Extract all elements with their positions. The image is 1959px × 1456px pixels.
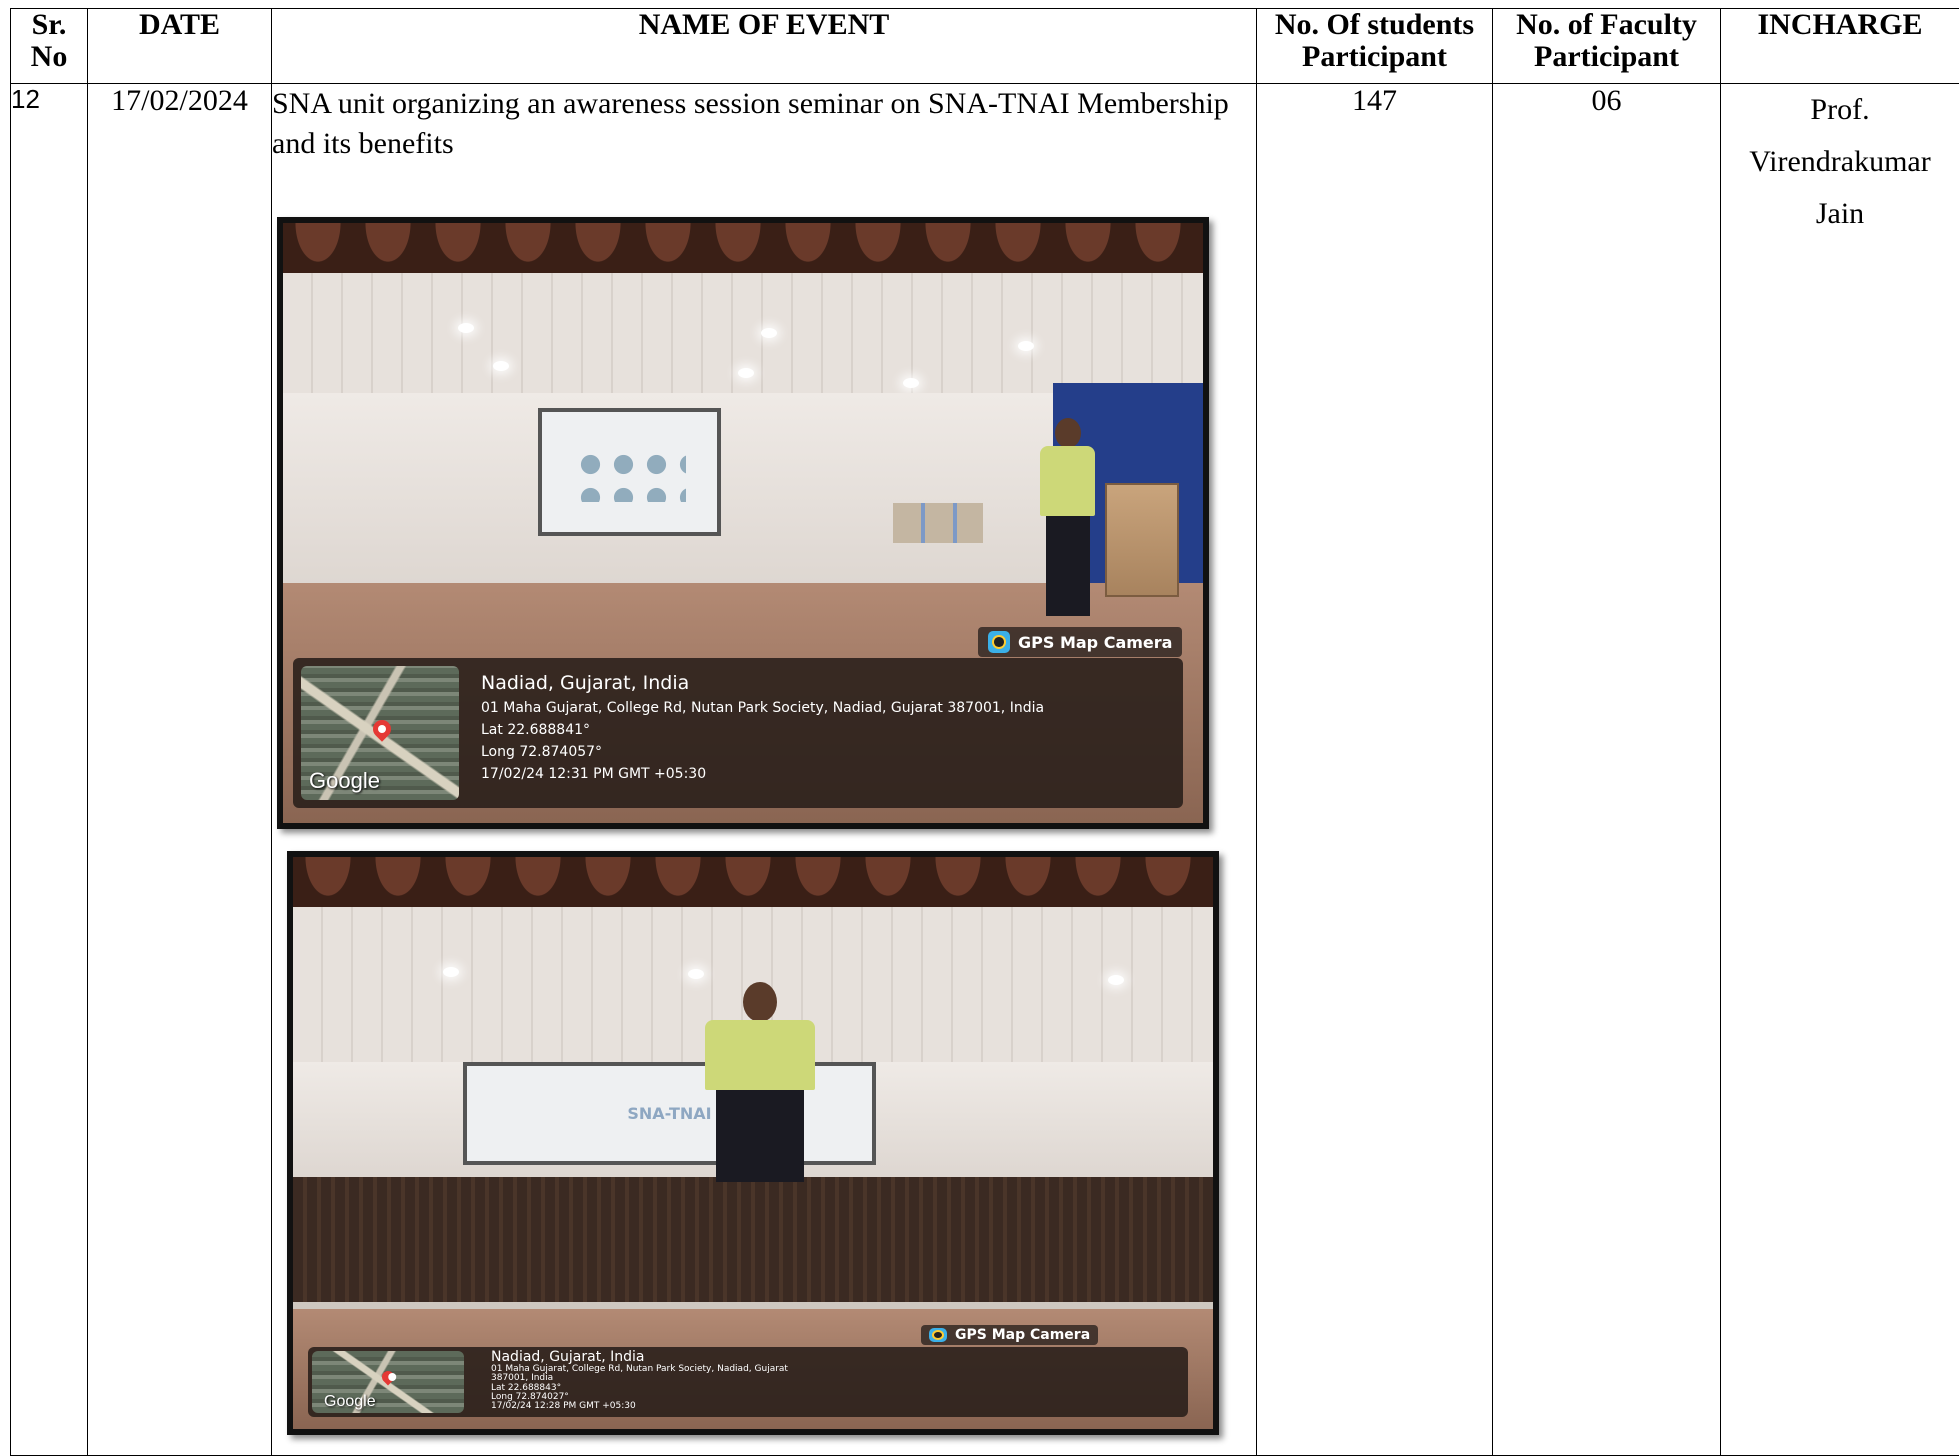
incharge-line-2: Virendrakumar [1721, 136, 1959, 188]
ceiling-light [458, 323, 474, 333]
gps-long: Long 72.874057° [481, 744, 1044, 760]
google-logo: Google [324, 1393, 376, 1411]
gps-address: 01 Maha Gujarat, College Rd, Nutan Park … [481, 700, 1044, 716]
projection-screen [538, 408, 721, 536]
map-pin-icon [380, 1369, 397, 1386]
stage-front [293, 1177, 1213, 1302]
boxes [893, 503, 983, 543]
cell-students: 147 [1257, 84, 1493, 1456]
incharge-line-3: Jain [1721, 188, 1959, 240]
header-incharge: INCHARGE [1721, 9, 1959, 84]
map-thumbnail: Google [312, 1351, 464, 1413]
gps-info-panel: Google Nadiad, Gujarat, India 01 Maha Gu… [308, 1347, 1188, 1417]
ceiling-light [738, 368, 754, 378]
ceiling-light [903, 378, 919, 388]
cell-faculty: 06 [1493, 84, 1721, 1456]
gps-place: Nadiad, Gujarat, India [481, 672, 1044, 694]
header-event-name: NAME OF EVENT [272, 9, 1257, 84]
ceiling-light [688, 969, 704, 979]
incharge-line-1: Prof. [1721, 84, 1959, 136]
gps-text-block: Nadiad, Gujarat, India 01 Maha Gujarat, … [491, 1350, 788, 1412]
header-students: No. Of students Participant [1257, 9, 1493, 84]
ceiling-light [493, 361, 509, 371]
header-row: Sr. No DATE NAME OF EVENT No. Of student… [11, 9, 1959, 84]
ceiling-light [443, 967, 459, 977]
google-logo: Google [309, 768, 380, 794]
map-pin-icon [369, 716, 394, 741]
curtain [283, 223, 1203, 273]
speaker [705, 982, 815, 1182]
gps-info-panel: Google Nadiad, Gujarat, India 01 Maha Gu… [293, 658, 1183, 808]
gps-timestamp: 17/02/24 12:31 PM GMT +05:30 [481, 766, 1044, 782]
event-photo-2: SNA-TNAI GPS Map Camera Google Nadiad, G… [287, 851, 1219, 1435]
header-faculty: No. of Faculty Participant [1493, 9, 1721, 84]
header-sr-no: Sr. No [11, 9, 88, 84]
gps-camera-badge: GPS Map Camera [921, 1325, 1098, 1345]
ceiling-light [1018, 341, 1034, 351]
cell-incharge: Prof. Virendrakumar Jain [1721, 84, 1959, 1456]
gps-camera-badge: GPS Map Camera [978, 627, 1182, 657]
gps-badge-label: GPS Map Camera [1018, 633, 1172, 652]
camera-icon [988, 631, 1010, 653]
gps-text-block: Nadiad, Gujarat, India 01 Maha Gujarat, … [481, 672, 1044, 782]
speaker [1040, 418, 1095, 618]
cell-date: 17/02/2024 [88, 84, 272, 1456]
curtain [293, 857, 1213, 907]
podium [1105, 483, 1179, 597]
event-photo-1: GPS Map Camera Google Nadiad, Gujarat, I… [277, 217, 1209, 829]
ceiling-light [761, 328, 777, 338]
gps-lat: Lat 22.688841° [481, 722, 1044, 738]
gps-timestamp: 17/02/24 12:28 PM GMT +05:30 [491, 1402, 788, 1411]
map-thumbnail: Google [301, 666, 459, 800]
cell-sr-no: 12 [11, 84, 88, 1456]
header-date: DATE [88, 9, 272, 84]
camera-icon [929, 1328, 947, 1342]
header-sr-text: Sr. No [31, 8, 68, 73]
gps-place: Nadiad, Gujarat, India [491, 1350, 788, 1365]
gps-badge-label: GPS Map Camera [955, 1327, 1090, 1343]
ceiling-light [1108, 975, 1124, 985]
event-name-text: SNA unit organizing an awareness session… [272, 84, 1256, 164]
